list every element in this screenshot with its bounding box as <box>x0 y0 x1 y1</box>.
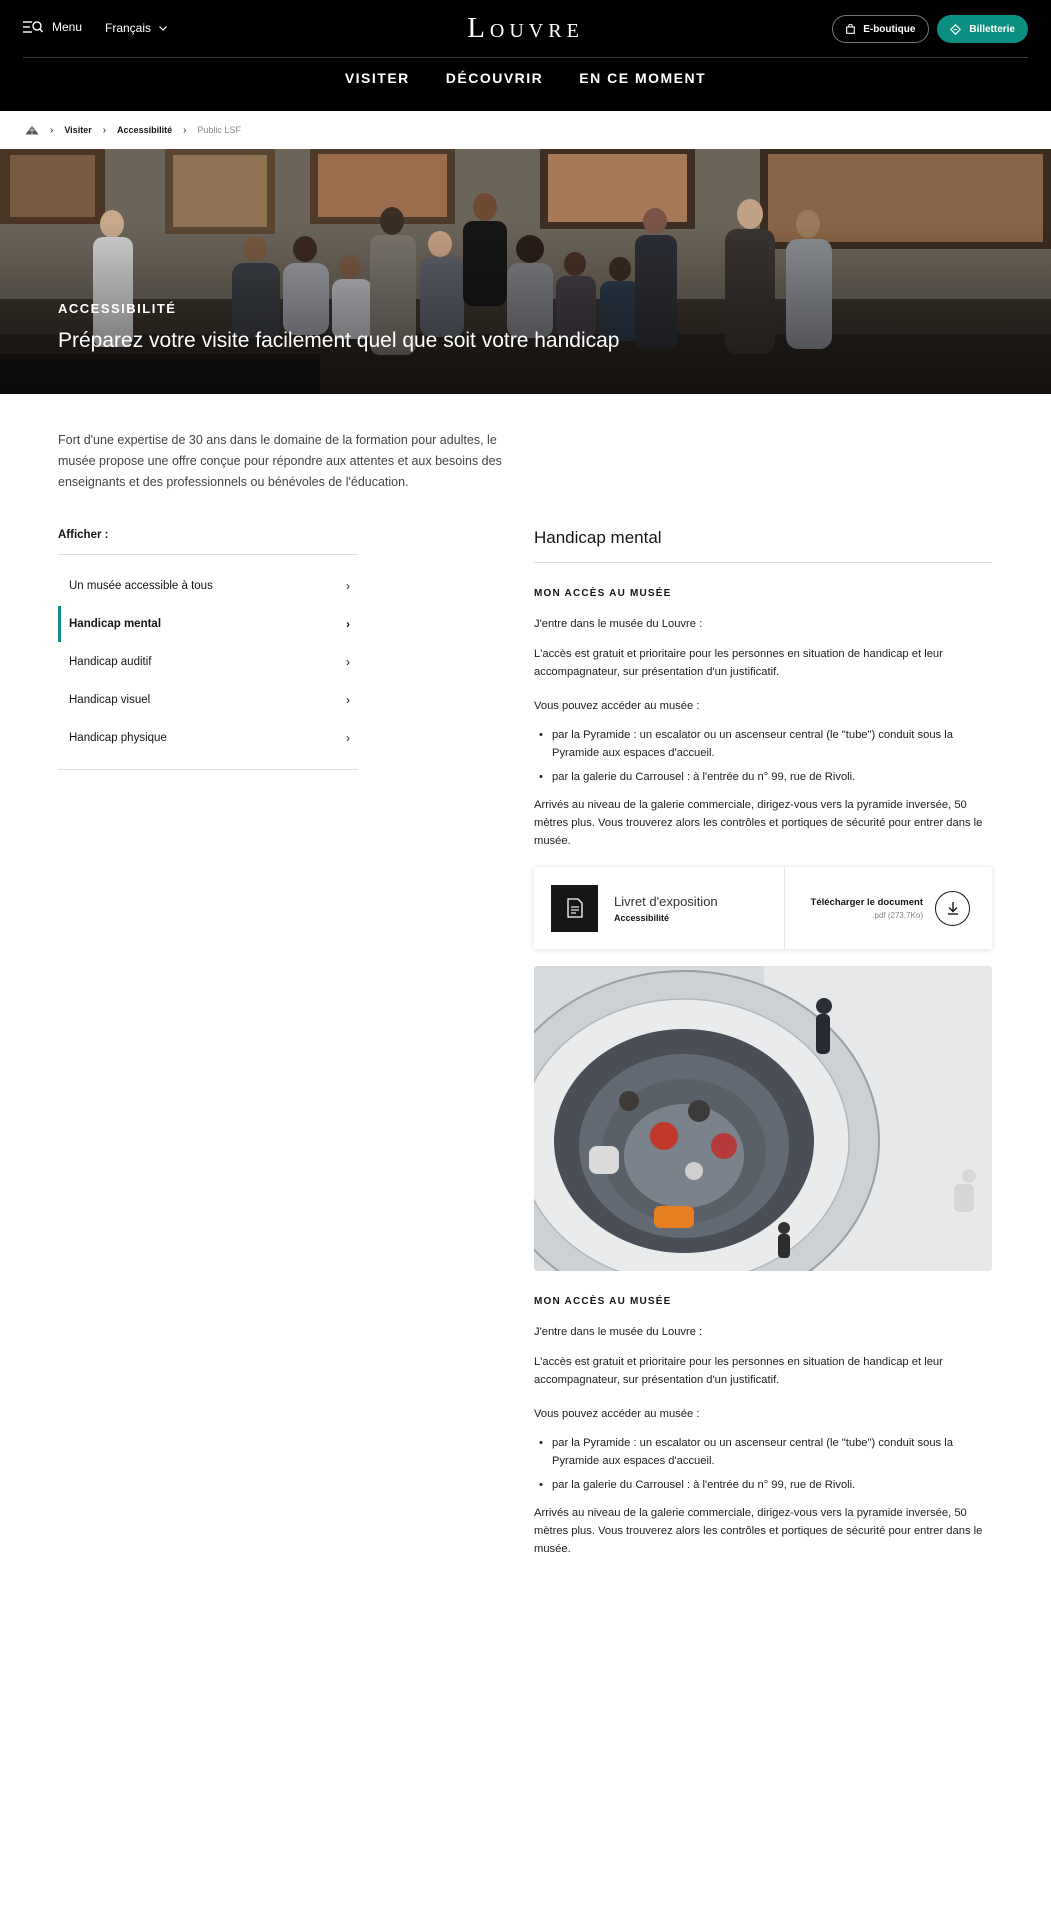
access-section: MON ACCÈS AU MUSÉE J'entre dans le musée… <box>534 588 992 850</box>
chevron-down-icon <box>159 25 167 31</box>
billetterie-button[interactable]: Billetterie <box>937 15 1028 43</box>
access-list: par la Pyramide : un escalator ou un asc… <box>534 726 992 786</box>
menu-search-icon <box>23 21 43 33</box>
main-content: Handicap mental MON ACCÈS AU MUSÉE J'ent… <box>534 528 992 1558</box>
language-label: Français <box>105 21 152 35</box>
site-header: Menu Français Louvre E-boutique Billette… <box>0 0 1051 111</box>
header-actions: E-boutique Billetterie <box>832 15 1028 43</box>
language-selector[interactable]: Français <box>105 21 167 35</box>
menu-button[interactable]: Menu <box>23 20 82 34</box>
shopping-bag-icon <box>846 24 856 34</box>
spiral-staircase-photo <box>534 966 992 1271</box>
list-item: par la Pyramide : un escalator ou un asc… <box>534 726 992 762</box>
nav-visiter[interactable]: VISITER <box>345 70 410 86</box>
louvre-logo[interactable]: Louvre <box>467 12 584 45</box>
download-document-button[interactable]: Télécharger le document .pdf (273,7Ko) <box>785 867 992 949</box>
hero-banner: ACCESSIBILITÉ Préparez votre visite faci… <box>0 149 1051 394</box>
sidebar-item-handicap-mental[interactable]: Handicap mental › <box>58 605 358 643</box>
eboutique-label: E-boutique <box>863 23 916 35</box>
access-paragraph: J'entre dans le musée du Louvre : <box>534 1326 703 1338</box>
menu-label: Menu <box>52 20 83 34</box>
chevron-right-icon: › <box>346 693 350 707</box>
sidebar-item-handicap-visuel[interactable]: Handicap visuel › <box>58 681 358 719</box>
logo-text: Louvre <box>467 12 584 44</box>
access-paragraph: L'accès est gratuit et prioritaire pour … <box>534 1356 943 1386</box>
access-paragraph: Vous pouvez accéder au musée : <box>534 1408 700 1420</box>
sidebar-item-label: Handicap mental <box>69 618 162 630</box>
access-heading: MON ACCÈS AU MUSÉE <box>534 588 672 599</box>
billetterie-label: Billetterie <box>969 23 1015 35</box>
breadcrumb-current: Public LSF <box>197 125 241 135</box>
main-nav: VISITER DÉCOUVRIR EN CE MOMENT <box>0 70 1051 86</box>
breadcrumb-visiter[interactable]: Visiter <box>64 125 91 135</box>
chevron-right-icon: › <box>346 579 350 593</box>
sidebar-list: Un musée accessible à tous › Handicap me… <box>58 555 358 770</box>
hero-overlay <box>0 149 1051 394</box>
sidebar-item-handicap-physique[interactable]: Handicap physique › <box>58 719 358 757</box>
eboutique-button[interactable]: E-boutique <box>832 15 930 43</box>
document-card: Livret d'exposition Accessibilité Téléch… <box>534 867 992 949</box>
ticket-icon <box>950 23 962 35</box>
sidebar-item-accessible-a-tous[interactable]: Un musée accessible à tous › <box>58 567 358 605</box>
access-list: par la Pyramide : un escalator ou un asc… <box>534 1434 992 1494</box>
breadcrumb-separator-icon: › <box>50 124 54 136</box>
access-paragraph: J'entre dans le musée du Louvre : <box>534 618 703 630</box>
chevron-right-icon: › <box>346 617 350 631</box>
list-item: par la Pyramide : un escalator ou un asc… <box>534 1434 992 1470</box>
nav-decouvrir[interactable]: DÉCOUVRIR <box>446 70 544 86</box>
download-icon[interactable] <box>935 890 970 926</box>
document-icon <box>551 884 598 932</box>
hero-title: Préparez votre visite facilement quel qu… <box>58 329 620 352</box>
list-item: par la galerie du Carrousel : à l'entrée… <box>534 1476 992 1494</box>
document-category: Accessibilité <box>614 912 670 923</box>
chevron-right-icon: › <box>346 655 350 669</box>
hero-kicker: ACCESSIBILITÉ <box>58 301 177 316</box>
intro-paragraph: Fort d'une expertise de 30 ans dans le d… <box>58 433 502 489</box>
nav-en-ce-moment[interactable]: EN CE MOMENT <box>579 70 706 86</box>
access-paragraph: L'accès est gratuit et prioritaire pour … <box>534 648 943 678</box>
sidebar-heading: Afficher : <box>58 529 358 555</box>
download-label: Télécharger le document <box>810 896 923 908</box>
sidebar-item-label: Handicap physique <box>69 732 167 744</box>
breadcrumb-separator-icon: › <box>183 124 187 136</box>
access-heading: MON ACCÈS AU MUSÉE <box>534 1296 672 1307</box>
download-size: .pdf (273,7Ko) <box>872 910 923 920</box>
header-top-row: Menu Français Louvre E-boutique Billette… <box>23 0 1028 58</box>
list-item: par la galerie du Carrousel : à l'entrée… <box>534 768 992 786</box>
access-paragraph: Arrivés au niveau de la galerie commerci… <box>534 1507 983 1555</box>
breadcrumb: › Visiter › Accessibilité › Public LSF <box>0 111 1051 149</box>
sidebar-item-label: Un musée accessible à tous <box>69 580 213 592</box>
pyramid-icon[interactable] <box>25 125 39 135</box>
document-info: Livret d'exposition Accessibilité <box>534 867 785 949</box>
access-paragraph: Arrivés au niveau de la galerie commerci… <box>534 799 983 847</box>
breadcrumb-separator-icon: › <box>102 124 107 136</box>
sidebar-item-label: Handicap visuel <box>69 694 151 706</box>
sidebar-item-label: Handicap auditif <box>69 656 152 668</box>
sidebar-item-handicap-auditif[interactable]: Handicap auditif › <box>58 643 358 681</box>
chevron-right-icon: › <box>346 731 350 745</box>
access-section: MON ACCÈS AU MUSÉE J'entre dans le musée… <box>534 1296 992 1558</box>
breadcrumb-accessibilite[interactable]: Accessibilité <box>117 125 172 135</box>
sidebar-filter: Afficher : Un musée accessible à tous › … <box>58 529 358 770</box>
section-title: Handicap mental <box>534 528 992 563</box>
access-paragraph: Vous pouvez accéder au musée : <box>534 700 700 712</box>
document-name: Livret d'exposition <box>614 893 718 909</box>
